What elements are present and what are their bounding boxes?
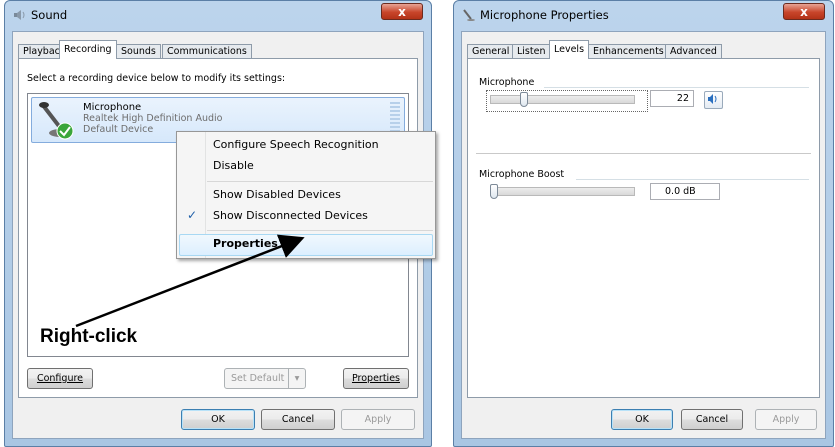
checkmark-icon: ✓ [187, 208, 198, 222]
microphone-properties-window: Microphone Properties x General Listen L… [453, 0, 834, 447]
mute-button[interactable] [704, 91, 723, 109]
cancel-label: Cancel [281, 414, 315, 425]
tab-listen[interactable]: Listen [512, 44, 551, 58]
ok-button[interactable]: OK [181, 409, 255, 430]
tab-recording[interactable]: Recording [59, 40, 117, 59]
tab-communications[interactable]: Communications [162, 44, 252, 58]
set-default-label: Set Default [231, 373, 285, 384]
cancel-button[interactable]: Cancel [261, 409, 335, 430]
title-bar[interactable]: Microphone Properties x [454, 1, 833, 29]
boost-value[interactable]: 0.0 dB [650, 183, 720, 200]
microphone-slider-track[interactable] [490, 95, 635, 104]
cancel-label: Cancel [695, 414, 729, 425]
close-button[interactable]: x [381, 3, 423, 20]
tab-general[interactable]: General [467, 44, 515, 58]
menu-item-disable[interactable]: Disable [213, 159, 254, 172]
group-divider [576, 179, 809, 180]
menu-separator [207, 230, 433, 231]
set-default-button[interactable]: Set Default ▾ [224, 368, 306, 389]
annotation-label: Right-click [40, 326, 138, 347]
device-name: Microphone [83, 102, 142, 113]
ok-button[interactable]: OK [611, 409, 673, 430]
window-title: Microphone Properties [480, 8, 609, 22]
ok-label: OK [635, 414, 649, 425]
apply-button[interactable]: Apply [341, 409, 415, 430]
microphone-small-icon [463, 9, 475, 21]
window-title: Sound [31, 8, 68, 22]
microphone-level-value[interactable]: 22 [650, 90, 694, 107]
context-menu: Configure Speech Recognition Disable Sho… [176, 131, 436, 259]
properties-label: Properties [351, 373, 400, 384]
device-status: Default Device [83, 124, 154, 135]
ok-label: OK [211, 414, 225, 425]
properties-button[interactable]: Properties [343, 368, 409, 389]
apply-label: Apply [772, 414, 800, 425]
boost-slider-track[interactable] [490, 187, 635, 196]
tab-levels[interactable]: Levels [549, 40, 590, 59]
chevron-down-icon[interactable]: ▾ [288, 369, 305, 388]
menu-separator [207, 181, 433, 182]
instruction-text: Select a recording device below to modif… [27, 73, 286, 84]
title-bar[interactable]: Sound x [5, 1, 431, 29]
speaker-icon [708, 94, 717, 104]
dialog-body: General Listen Levels Enhancements Advan… [461, 31, 826, 439]
close-icon: x [398, 5, 406, 19]
speaker-icon [14, 10, 25, 20]
menu-item-show-disabled[interactable]: Show Disabled Devices [213, 188, 341, 201]
menu-item-properties[interactable]: Properties [213, 237, 278, 250]
close-icon: x [800, 5, 808, 19]
microphone-level-label: Microphone [479, 77, 535, 88]
tab-sounds[interactable]: Sounds [116, 44, 161, 58]
microphone-slider-thumb[interactable] [520, 92, 529, 107]
menu-item-configure-speech[interactable]: Configure Speech Recognition [213, 138, 379, 151]
configure-button[interactable]: Configure [27, 368, 93, 389]
device-driver: Realtek High Definition Audio [83, 113, 223, 124]
cancel-button[interactable]: Cancel [681, 409, 743, 430]
apply-button[interactable]: Apply [755, 409, 817, 430]
group-divider [476, 153, 811, 154]
configure-label: Configure [36, 373, 84, 384]
microphone-boost-label: Microphone Boost [479, 169, 565, 180]
levels-panel: Microphone 22 Microphone Boost 0.0 dB [467, 58, 820, 398]
tab-enhancements[interactable]: Enhancements [588, 44, 669, 58]
menu-item-show-disconnected[interactable]: Show Disconnected Devices [213, 209, 368, 222]
tab-advanced[interactable]: Advanced [665, 44, 722, 58]
apply-label: Apply [364, 414, 392, 425]
group-divider [544, 87, 809, 88]
close-button[interactable]: x [783, 3, 825, 20]
boost-slider-thumb[interactable] [490, 184, 498, 199]
default-check-icon [56, 122, 74, 140]
